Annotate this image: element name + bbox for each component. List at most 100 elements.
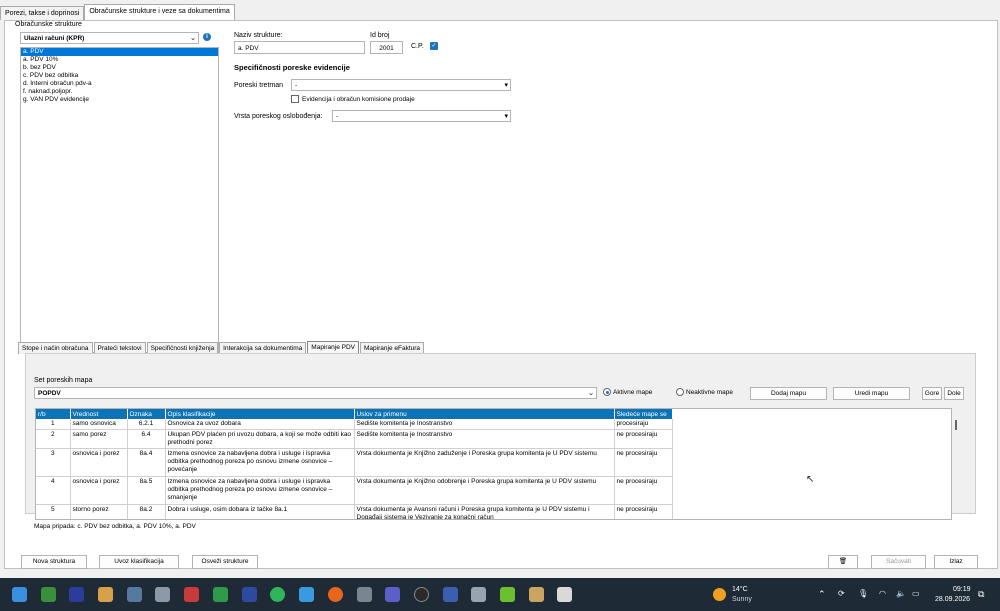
app-icon-19[interactable] <box>557 587 572 602</box>
exit-button[interactable]: Izlaz <box>934 555 978 569</box>
teams-icon[interactable] <box>385 587 400 602</box>
structure-item[interactable]: g. VAN PDV evidencije <box>21 96 218 104</box>
column-header[interactable]: Sledeće mape se <box>614 409 673 419</box>
column-header[interactable]: Oznaka <box>127 409 166 419</box>
app-icon-14[interactable] <box>414 587 429 602</box>
refresh-structures-button[interactable]: Osveži strukture <box>192 555 258 569</box>
new-structure-button[interactable]: Nova struktura <box>21 555 87 569</box>
evidencija-checkbox[interactable] <box>291 95 299 103</box>
notification-icon[interactable]: ⧉ <box>978 589 984 600</box>
trash-icon: 🗑 <box>838 558 848 565</box>
add-map-button[interactable]: Dodaj mapu <box>750 387 827 400</box>
app-icon-1[interactable] <box>41 587 56 602</box>
cp-checkbox[interactable]: ✓ <box>430 42 438 50</box>
app-icon-5[interactable] <box>155 587 170 602</box>
info-icon[interactable]: i <box>203 33 211 41</box>
microphone-icon[interactable]: 🎙 <box>858 589 868 598</box>
section-title: Specifičnosti poreske evidencije <box>234 63 350 72</box>
tab-obracunske-strukture[interactable]: Obračunske strukture i veze sa dokumenti… <box>84 4 235 20</box>
app-icon-10[interactable] <box>299 587 314 602</box>
structure-item[interactable]: f. naknad.poljopr. <box>21 88 218 96</box>
cell-rb: 2 <box>36 429 71 449</box>
weather-text: Sunny <box>732 596 752 603</box>
dropdown-arrow-icon: ▾ <box>504 113 508 120</box>
chevron-down-icon: ⌄ <box>588 390 594 397</box>
excel-icon[interactable] <box>213 587 228 602</box>
app-icon-4[interactable] <box>127 587 142 602</box>
save-disk-icon[interactable] <box>69 587 84 602</box>
column-header[interactable]: r/b <box>36 409 71 419</box>
chevron-up-icon[interactable]: ⌃ <box>818 589 826 600</box>
structure-item[interactable]: a. PDV <box>21 48 218 56</box>
radio-active-group[interactable]: Aktivne mape <box>603 388 652 396</box>
vertical-scrollbar[interactable] <box>955 420 957 430</box>
clock-date[interactable]: 28.09.2026 <box>935 596 970 603</box>
vrsta-oslobodjenja-select[interactable]: - ▾ <box>332 110 511 122</box>
import-classifications-button[interactable]: Uvoz klasifikacija <box>99 555 179 569</box>
clock-time[interactable]: 09:19 <box>953 586 971 593</box>
table-row[interactable]: 5 storno porez 8a.2 Dobra i usluge, osim… <box>36 504 673 519</box>
column-header[interactable]: Opis klasifikacije <box>165 409 355 419</box>
app-icon-16[interactable] <box>471 587 486 602</box>
structure-item[interactable]: d. Interni obračun pdv-a <box>21 80 218 88</box>
table-row[interactable]: 2 samo porez 6.4 Ukupan PDV plaćen pri u… <box>36 429 673 449</box>
temperature: 14°C <box>732 586 748 593</box>
firefox-icon[interactable] <box>328 587 343 602</box>
move-down-button[interactable]: Dole <box>944 387 964 400</box>
id-label: Id broj <box>370 32 390 39</box>
table-row[interactable]: 1 samo osnovica 6.2.1 Osnovica za uvoz d… <box>36 419 673 430</box>
poreski-tretman-value: - <box>295 82 298 89</box>
battery-icon[interactable]: ▭ <box>912 589 920 598</box>
sun-icon[interactable] <box>713 588 726 601</box>
radio-inactive-group[interactable]: Neaktivne mape <box>676 388 733 396</box>
tools-icon[interactable] <box>357 587 372 602</box>
top-tab-bar: Porezi, takse i doprinosi Obračunske str… <box>0 4 235 20</box>
cell-opis: Osnovica za uvoz dobara <box>165 419 355 430</box>
edit-map-button[interactable]: Uredi mapu <box>833 387 910 400</box>
cp-label: C.P. <box>411 43 424 50</box>
cell-rb: 4 <box>36 476 71 505</box>
mapping-table-container: r/b Vrednost Oznaka Opis klasifikacije U… <box>35 408 952 520</box>
cell-sledece: ne procesiraju <box>614 429 673 449</box>
cell-oznaka: 8a.5 <box>127 476 166 505</box>
structure-list[interactable]: a. PDV a. PDV 10% b. bez PDV c. PDV bez … <box>20 47 219 353</box>
column-header[interactable]: Uslov za primenu <box>354 409 615 419</box>
save-button[interactable]: Sačuvati <box>871 555 926 569</box>
poreski-tretman-select[interactable]: - ▾ <box>291 79 511 91</box>
chevron-down-icon: ⌄ <box>190 35 196 42</box>
table-row[interactable]: 4 osnovica i porez 8a.5 Izmena osnovice … <box>36 476 673 505</box>
structure-item[interactable]: c. PDV bez odbitka <box>21 72 218 80</box>
cell-opis: Izmena osnovice za nabavljena dobra i us… <box>165 448 355 477</box>
app-icon-6[interactable] <box>184 587 199 602</box>
table-row[interactable]: 3 osnovica i porez 8a.4 Izmena osnovice … <box>36 448 673 477</box>
vrsta-oslobodjenja-label: Vrsta poreskog oslobođenja: <box>234 113 323 120</box>
cell-rb: 1 <box>36 419 71 430</box>
naziv-input[interactable]: a. PDV <box>234 41 365 54</box>
structure-item[interactable]: b. bez PDV <box>21 64 218 72</box>
move-up-button[interactable]: Gore <box>922 387 942 400</box>
cell-uslov: Sedište komitenta je Inostranstvo <box>354 419 615 430</box>
app-icon-17[interactable] <box>500 587 515 602</box>
radio-inactive[interactable] <box>676 388 684 396</box>
wifi-icon[interactable]: ◠ <box>879 589 886 598</box>
set-select[interactable]: POPDV ⌄ <box>34 387 597 399</box>
windows-start-icon[interactable] <box>12 587 27 602</box>
app-icon-8[interactable] <box>242 587 257 602</box>
tab-porezi[interactable]: Porezi, takse i doprinosi <box>0 6 85 20</box>
column-header[interactable]: Vrednost <box>70 409 128 419</box>
app-icon-3[interactable] <box>98 587 113 602</box>
app-icon-18[interactable] <box>529 587 544 602</box>
structure-item[interactable]: a. PDV 10% <box>21 56 218 64</box>
sync-icon[interactable]: ⟳ <box>838 589 845 598</box>
id-input[interactable]: 2001 <box>370 41 403 54</box>
radio-active[interactable] <box>603 388 611 396</box>
set-label: Set poreskih mapa <box>34 377 93 384</box>
chat-icon[interactable] <box>270 587 285 602</box>
delete-button[interactable]: 🗑 <box>828 555 858 569</box>
cell-opis: Dobra i usluge, osim dobara iz tačke 8a.… <box>165 504 355 519</box>
cell-vrednost: osnovica i porez <box>70 448 128 477</box>
app-icon-15[interactable] <box>443 587 458 602</box>
speaker-icon[interactable]: 🔈 <box>896 589 906 598</box>
cell-rb: 5 <box>36 504 71 519</box>
structure-type-select[interactable]: Ulazni računi (KPR) ⌄ <box>20 32 199 44</box>
